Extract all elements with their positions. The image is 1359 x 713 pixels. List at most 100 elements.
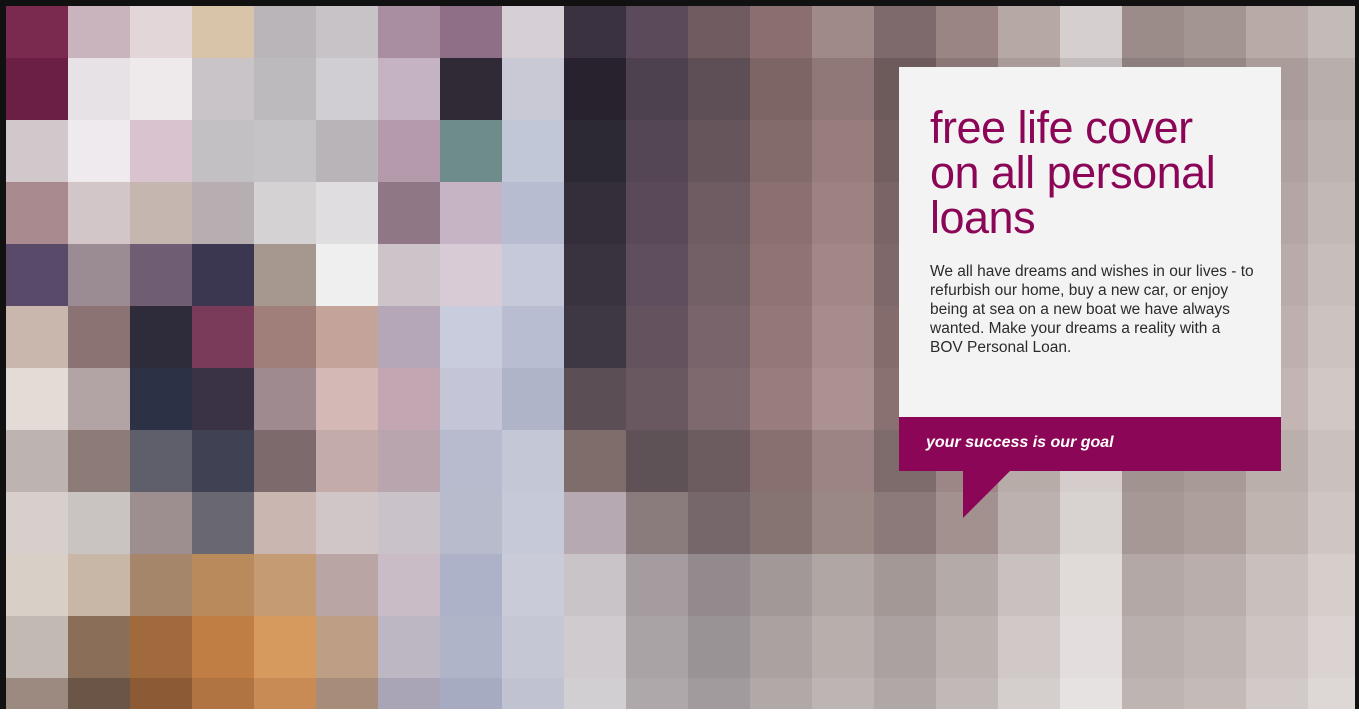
background-mosaic-tile: [68, 244, 130, 306]
background-mosaic-tile: [378, 616, 440, 678]
background-mosaic-tile: [6, 306, 68, 368]
background-mosaic-tile: [192, 58, 254, 120]
background-mosaic-tile: [936, 678, 998, 713]
background-mosaic-tile: [316, 678, 378, 713]
background-mosaic-tile: [874, 492, 936, 554]
background-mosaic-tile: [936, 0, 998, 58]
background-mosaic-tile: [440, 58, 502, 120]
background-mosaic-tile: [564, 492, 626, 554]
background-mosaic-tile: [6, 368, 68, 430]
background-mosaic-tile: [812, 306, 874, 368]
background-mosaic-tile: [378, 244, 440, 306]
background-mosaic-tile: [192, 616, 254, 678]
background-mosaic-tile: [130, 58, 192, 120]
background-mosaic-tile: [564, 58, 626, 120]
background-mosaic-tile: [130, 492, 192, 554]
background-mosaic-tile: [68, 616, 130, 678]
background-mosaic-tile: [688, 0, 750, 58]
background-mosaic-tile: [626, 306, 688, 368]
background-mosaic-tile: [936, 616, 998, 678]
background-mosaic-tile: [192, 306, 254, 368]
background-mosaic-tile: [874, 554, 936, 616]
background-mosaic-tile: [378, 430, 440, 492]
background-mosaic-tile: [812, 244, 874, 306]
background-mosaic-tile: [688, 430, 750, 492]
background-mosaic-tile: [440, 492, 502, 554]
background-mosaic-tile: [254, 0, 316, 58]
background-mosaic-tile: [68, 368, 130, 430]
background-mosaic-tile: [130, 182, 192, 244]
background-mosaic-tile: [688, 678, 750, 713]
background-mosaic-tile: [1308, 244, 1359, 306]
background-mosaic-tile: [1060, 616, 1122, 678]
background-mosaic-tile: [68, 182, 130, 244]
background-mosaic-tile: [192, 430, 254, 492]
background-mosaic-tile: [192, 0, 254, 58]
tagline-text: your success is our goal: [926, 434, 1114, 451]
background-mosaic-tile: [750, 244, 812, 306]
background-mosaic-tile: [68, 492, 130, 554]
background-mosaic-tile: [688, 616, 750, 678]
background-mosaic-tile: [68, 0, 130, 58]
background-mosaic-tile: [812, 0, 874, 58]
background-mosaic-tile: [6, 0, 68, 58]
background-mosaic-tile: [254, 182, 316, 244]
background-mosaic-tile: [1060, 678, 1122, 713]
background-mosaic-tile: [688, 58, 750, 120]
background-mosaic-tile: [564, 678, 626, 713]
background-mosaic-tile: [378, 182, 440, 244]
background-mosaic-tile: [502, 430, 564, 492]
background-mosaic-tile: [626, 120, 688, 182]
background-mosaic-tile: [1122, 492, 1184, 554]
background-mosaic-tile: [1308, 120, 1359, 182]
background-mosaic-tile: [1308, 616, 1359, 678]
frame-border-left: [0, 0, 6, 713]
background-mosaic-tile: [812, 678, 874, 713]
background-mosaic-tile: [440, 678, 502, 713]
background-mosaic-tile: [254, 58, 316, 120]
background-mosaic-tile: [626, 492, 688, 554]
background-mosaic-tile: [502, 492, 564, 554]
background-mosaic-tile: [564, 120, 626, 182]
background-mosaic-tile: [564, 616, 626, 678]
background-mosaic-tile: [750, 678, 812, 713]
background-mosaic-tile: [68, 678, 130, 713]
background-mosaic-tile: [316, 492, 378, 554]
background-mosaic-tile: [812, 616, 874, 678]
background-mosaic-tile: [440, 182, 502, 244]
background-mosaic-tile: [192, 368, 254, 430]
promo-body-text: We all have dreams and wishes in our liv…: [930, 263, 1254, 356]
background-mosaic-tile: [130, 430, 192, 492]
background-mosaic-tile: [192, 678, 254, 713]
background-mosaic-tile: [874, 616, 936, 678]
background-mosaic-tile: [1060, 0, 1122, 58]
background-mosaic-tile: [6, 678, 68, 713]
background-mosaic-tile: [564, 244, 626, 306]
background-mosaic-tile: [440, 616, 502, 678]
background-mosaic-tile: [192, 120, 254, 182]
background-mosaic-tile: [1122, 678, 1184, 713]
background-mosaic-tile: [626, 616, 688, 678]
background-mosaic-tile: [626, 430, 688, 492]
background-mosaic-tile: [316, 306, 378, 368]
background-mosaic-tile: [378, 306, 440, 368]
background-mosaic-tile: [378, 554, 440, 616]
background-mosaic-tile: [1122, 0, 1184, 58]
background-mosaic-tile: [130, 368, 192, 430]
background-mosaic-tile: [130, 120, 192, 182]
background-mosaic-tile: [440, 120, 502, 182]
background-mosaic-tile: [688, 492, 750, 554]
background-mosaic-tile: [812, 368, 874, 430]
background-mosaic-tile: [316, 554, 378, 616]
background-mosaic-tile: [502, 306, 564, 368]
frame-border-right: [1355, 0, 1359, 713]
background-mosaic-tile: [192, 554, 254, 616]
background-mosaic-tile: [1308, 492, 1359, 554]
background-mosaic-tile: [130, 616, 192, 678]
background-mosaic-tile: [254, 492, 316, 554]
background-mosaic-tile: [316, 182, 378, 244]
background-mosaic-tile: [316, 120, 378, 182]
background-mosaic-tile: [1184, 492, 1246, 554]
background-mosaic-tile: [812, 120, 874, 182]
background-mosaic-tile: [1308, 306, 1359, 368]
